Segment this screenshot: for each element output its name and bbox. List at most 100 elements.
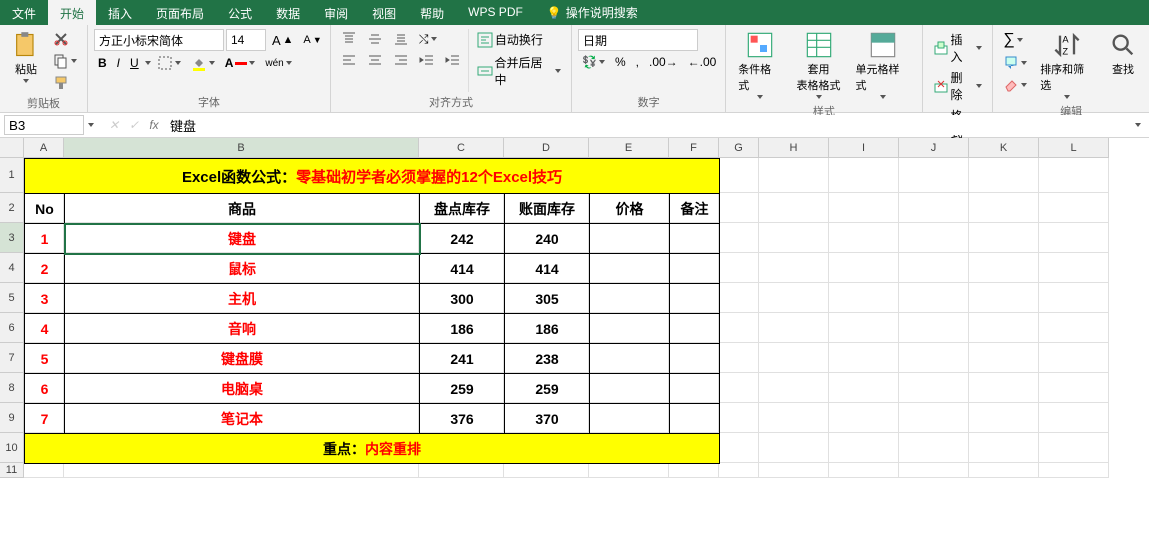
find-button[interactable]: 查找 (1103, 29, 1143, 101)
row-header-5[interactable]: 5 (0, 283, 24, 313)
cell-note[interactable] (670, 284, 720, 314)
cell-book[interactable]: 370 (505, 404, 590, 434)
col-header-C[interactable]: C (419, 138, 504, 158)
cell-no[interactable]: 1 (25, 224, 65, 254)
row-header-2[interactable]: 2 (0, 193, 24, 223)
cell-count[interactable]: 376 (420, 404, 505, 434)
number-format-select[interactable] (578, 29, 698, 51)
cell-count[interactable]: 300 (420, 284, 505, 314)
cell-no[interactable]: 7 (25, 404, 65, 434)
col-header-F[interactable]: F (669, 138, 719, 158)
cell-item[interactable]: 电脑桌 (65, 374, 420, 404)
formula-input[interactable] (164, 115, 1131, 135)
copy-button[interactable] (49, 51, 81, 71)
tab-home[interactable]: 开始 (48, 0, 96, 25)
increase-font-button[interactable]: A▲ (268, 31, 297, 50)
font-color-button[interactable]: A (221, 54, 260, 72)
align-left-button[interactable] (337, 51, 361, 71)
tab-review[interactable]: 审阅 (312, 0, 360, 25)
tab-layout[interactable]: 页面布局 (144, 0, 216, 25)
row-header-4[interactable]: 4 (0, 253, 24, 283)
cell-no[interactable]: 6 (25, 374, 65, 404)
conditional-format-button[interactable]: 条件格式 (732, 29, 787, 101)
select-all-corner[interactable] (0, 138, 24, 158)
cell-price[interactable] (590, 344, 670, 374)
font-family-select[interactable] (94, 29, 224, 51)
phonetic-button[interactable]: wén (261, 56, 295, 71)
cell-no[interactable]: 5 (25, 344, 65, 374)
align-bottom-button[interactable] (389, 29, 413, 49)
cell-book[interactable]: 414 (505, 254, 590, 284)
tab-formulas[interactable]: 公式 (216, 0, 264, 25)
worksheet[interactable]: 1234567891011 ABCDEFGHIJKL Excel函数公式：零基础… (0, 138, 1149, 552)
cell-price[interactable] (590, 284, 670, 314)
cell-item[interactable]: 笔记本 (65, 404, 420, 434)
col-header-I[interactable]: I (829, 138, 899, 158)
format-as-table-button[interactable]: 套用 表格格式 (791, 29, 847, 101)
cell-price[interactable] (590, 314, 670, 344)
col-header-A[interactable]: A (24, 138, 64, 158)
formula-expand-button[interactable] (1131, 121, 1145, 129)
align-middle-button[interactable] (363, 29, 387, 49)
merge-center-button[interactable]: 合并后居中 (473, 52, 565, 90)
fill-color-button[interactable] (187, 53, 219, 73)
col-header-D[interactable]: D (504, 138, 589, 158)
format-painter-button[interactable] (49, 73, 81, 93)
cut-button[interactable] (49, 29, 81, 49)
cell-item[interactable]: 键盘膜 (65, 344, 420, 374)
cell-count[interactable]: 259 (420, 374, 505, 404)
align-right-button[interactable] (389, 51, 413, 71)
cell-book[interactable]: 305 (505, 284, 590, 314)
dec-decimal-button[interactable]: ←.00 (684, 53, 721, 71)
row-header-7[interactable]: 7 (0, 343, 24, 373)
cell-note[interactable] (670, 344, 720, 374)
tab-tellme[interactable]: 💡 操作说明搜索 (535, 0, 650, 25)
tab-help[interactable]: 帮助 (408, 0, 456, 25)
cell-no[interactable]: 3 (25, 284, 65, 314)
col-header-B[interactable]: B (64, 138, 419, 158)
paste-button[interactable]: 粘贴 (6, 29, 46, 93)
font-size-select[interactable] (226, 29, 266, 51)
orientation-button[interactable]: ⤭ (415, 30, 441, 49)
currency-button[interactable]: 💱 (578, 53, 609, 71)
clear-button[interactable] (999, 75, 1031, 95)
insert-cells-button[interactable]: 插入 (929, 29, 987, 67)
cell-book[interactable]: 259 (505, 374, 590, 404)
cell-book[interactable]: 186 (505, 314, 590, 344)
underline-button[interactable]: U (126, 54, 143, 72)
cell-styles-button[interactable]: 单元格样式 (850, 29, 916, 101)
tab-data[interactable]: 数据 (264, 0, 312, 25)
cell-count[interactable]: 186 (420, 314, 505, 344)
tab-view[interactable]: 视图 (360, 0, 408, 25)
cell-item[interactable]: 主机 (65, 284, 420, 314)
row-header-3[interactable]: 3 (0, 223, 24, 253)
cell-no[interactable]: 4 (25, 314, 65, 344)
row-header-10[interactable]: 10 (0, 433, 24, 463)
row-header-11[interactable]: 11 (0, 463, 24, 478)
cell-note[interactable] (670, 374, 720, 404)
bold-button[interactable]: B (94, 54, 111, 72)
row-header-9[interactable]: 9 (0, 403, 24, 433)
cell-count[interactable]: 242 (420, 224, 505, 254)
cell-no[interactable]: 2 (25, 254, 65, 284)
cell-item[interactable]: 鼠标 (65, 254, 420, 284)
indent-dec-button[interactable] (415, 51, 439, 71)
fx-button[interactable]: fx (144, 118, 164, 132)
col-header-L[interactable]: L (1039, 138, 1109, 158)
cancel-formula-button[interactable]: ✕ (104, 118, 124, 132)
cell-note[interactable] (670, 224, 720, 254)
cell-item[interactable]: 键盘 (65, 224, 420, 254)
percent-button[interactable]: % (611, 53, 630, 71)
decrease-font-button[interactable]: A▼ (299, 32, 325, 48)
cell-note[interactable] (670, 254, 720, 284)
indent-inc-button[interactable] (441, 51, 465, 71)
name-box[interactable] (4, 115, 84, 135)
italic-button[interactable]: I (113, 54, 124, 72)
cell-count[interactable]: 414 (420, 254, 505, 284)
cell-book[interactable]: 238 (505, 344, 590, 374)
align-center-button[interactable] (363, 51, 387, 71)
border-button[interactable] (153, 53, 185, 73)
cell-price[interactable] (590, 404, 670, 434)
col-header-J[interactable]: J (899, 138, 969, 158)
enter-formula-button[interactable]: ✓ (124, 118, 144, 132)
